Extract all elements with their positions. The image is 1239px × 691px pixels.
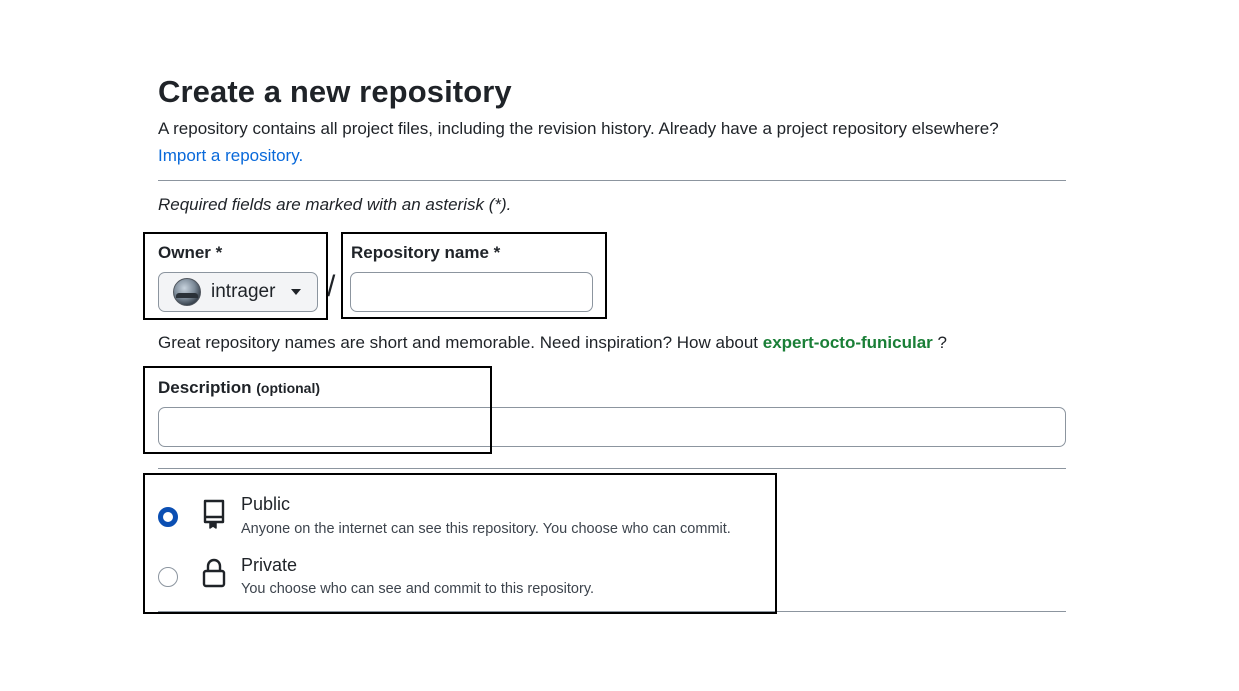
annotation-box-repository-name: [341, 232, 607, 319]
required-fields-note: Required fields are marked with an aster…: [158, 195, 512, 214]
name-hint-text: Great repository names are short and mem…: [158, 333, 759, 352]
annotation-box-visibility: [143, 473, 777, 614]
name-hint-suffix: ?: [937, 333, 947, 352]
name-hint: Great repository names are short and mem…: [158, 333, 947, 353]
annotation-box-description: [143, 366, 492, 454]
intro-text: A repository contains all project files,…: [158, 119, 999, 138]
divider-middle: [158, 468, 1066, 469]
import-repository-link[interactable]: Import a repository.: [158, 146, 303, 166]
divider-top: [158, 180, 1066, 181]
page-title: Create a new repository: [158, 74, 512, 109]
annotation-box-owner: [143, 232, 328, 320]
name-suggestion-link[interactable]: expert-octo-funicular: [763, 333, 933, 352]
owner-repo-separator: /: [327, 270, 336, 303]
create-repository-page: Create a new repository A repository con…: [0, 0, 1239, 691]
